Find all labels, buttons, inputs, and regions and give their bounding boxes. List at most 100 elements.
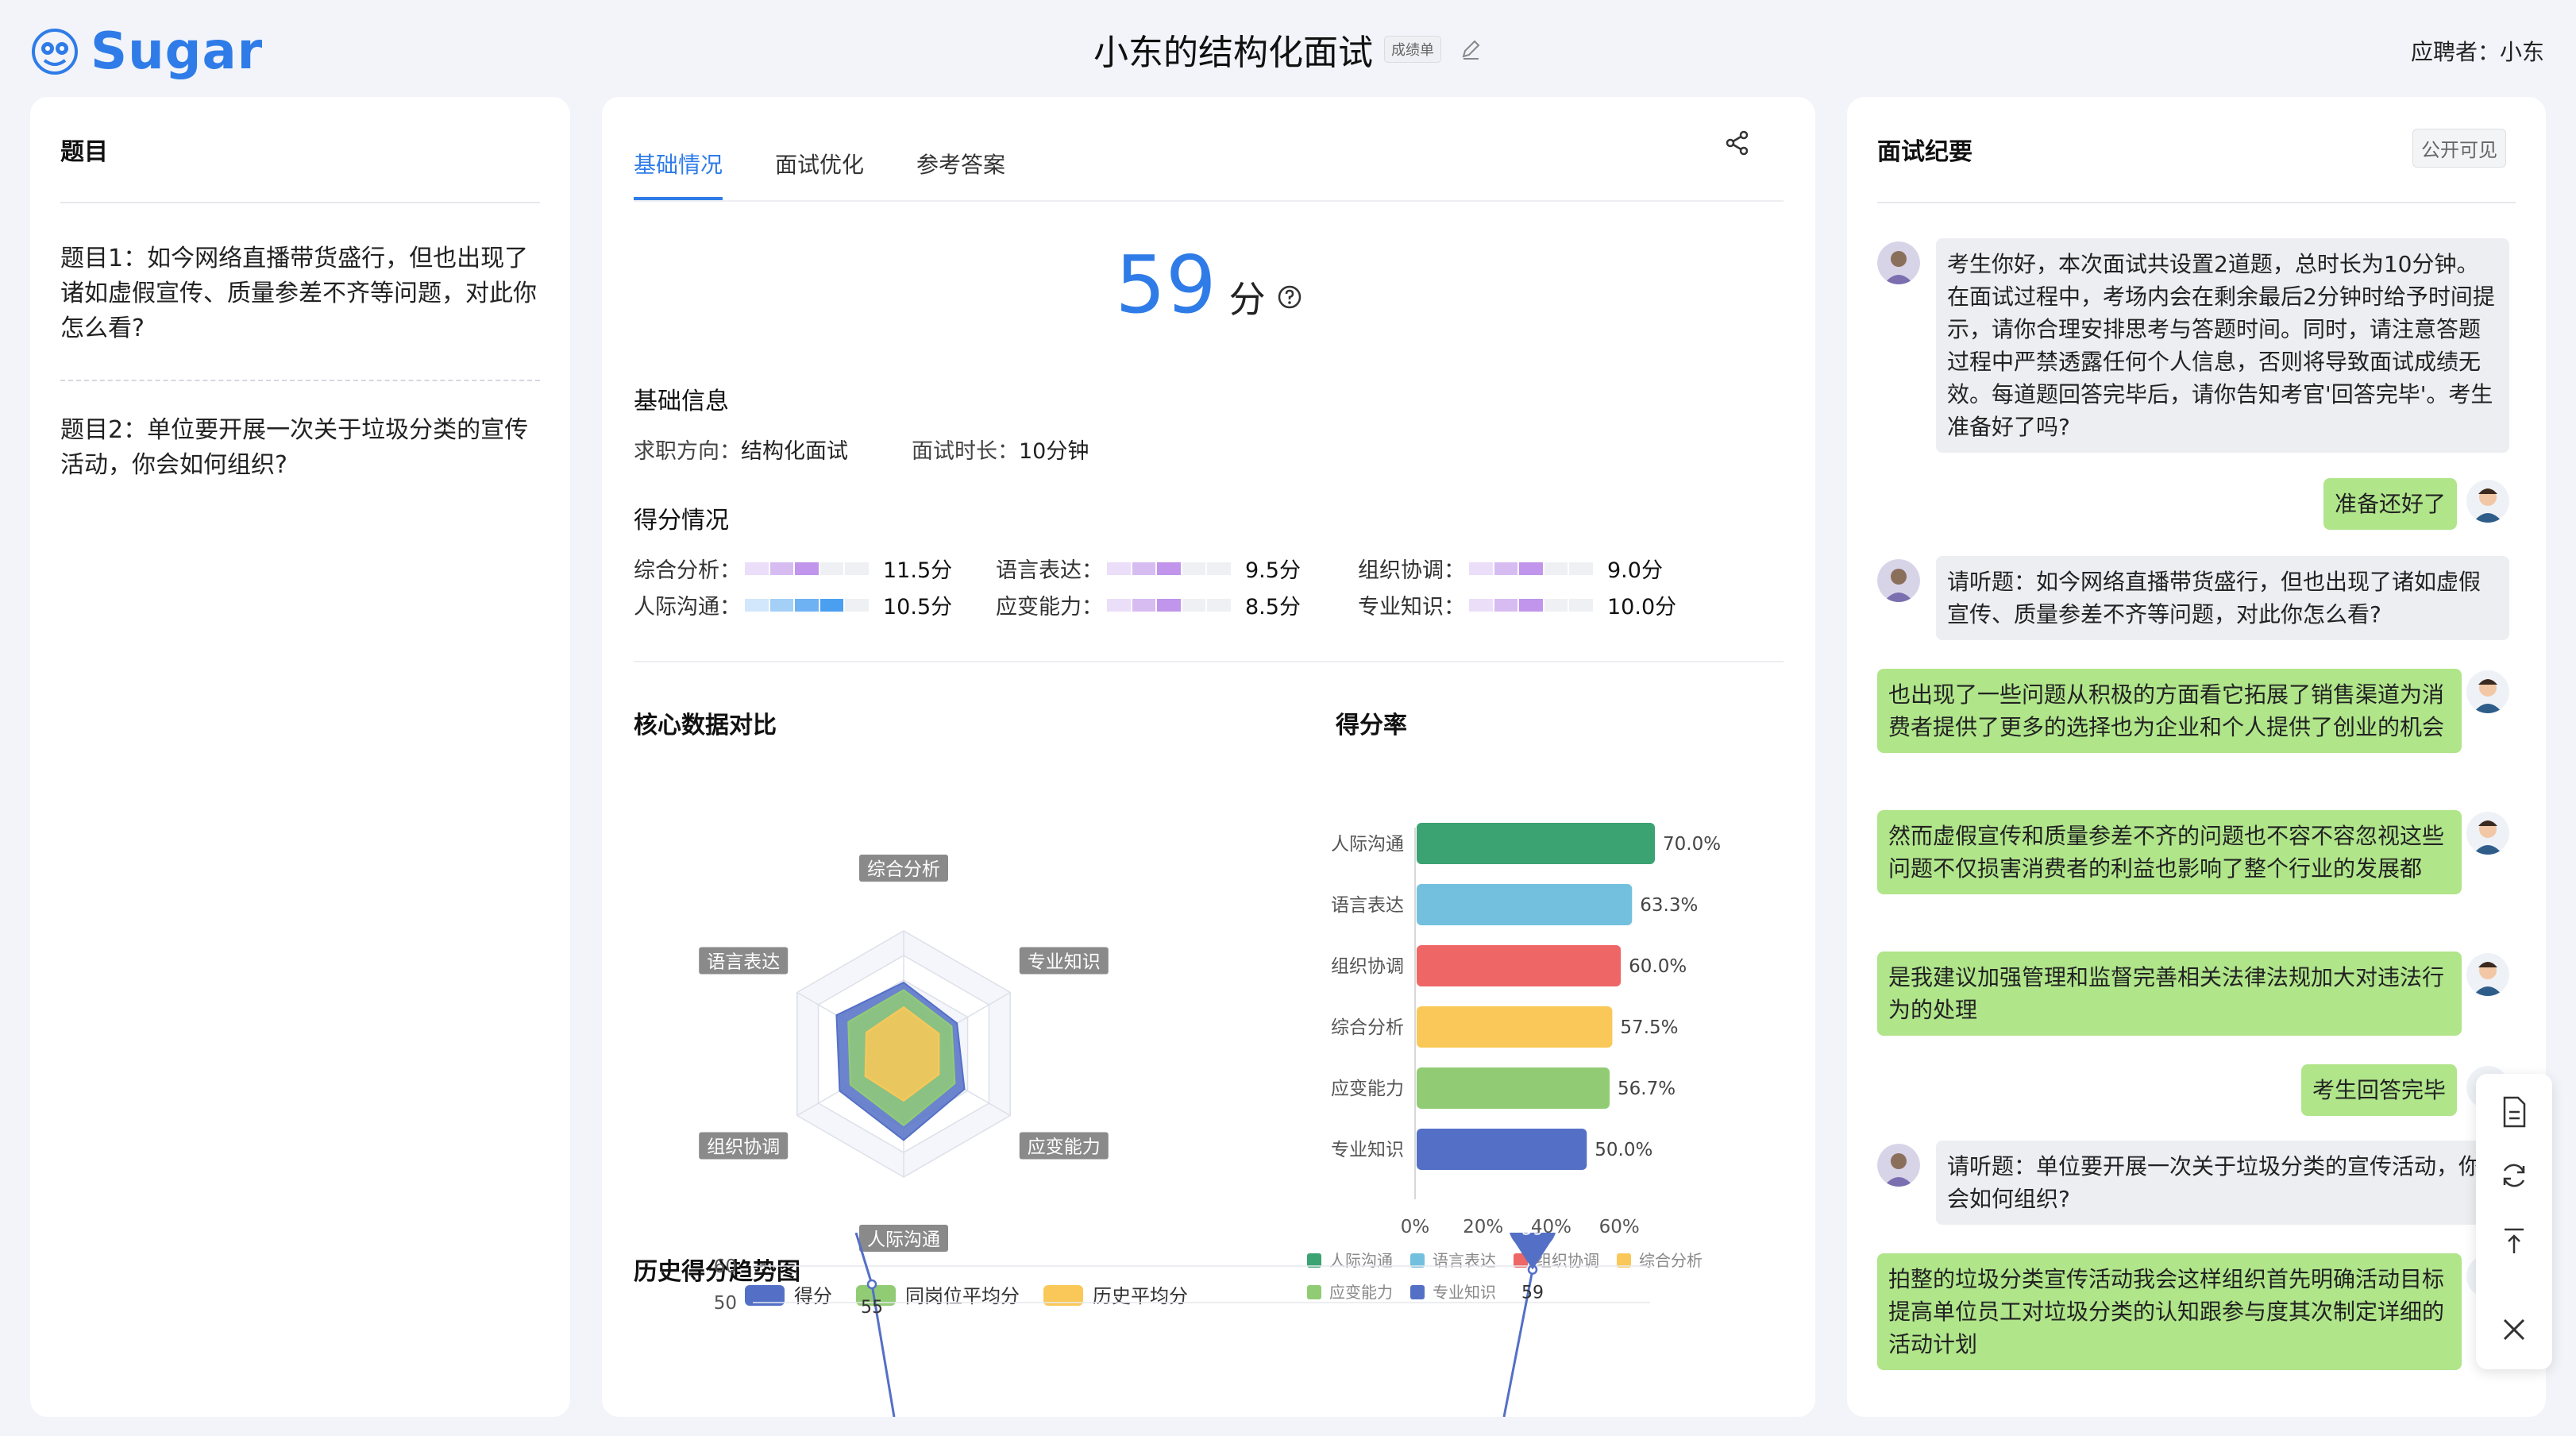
score-bar-segment xyxy=(1182,562,1206,575)
score-bar-segment xyxy=(1132,562,1156,575)
trend-point xyxy=(866,1279,877,1290)
bar-category-label: 综合分析 xyxy=(1331,1017,1404,1038)
score-item-label: 综合分析： xyxy=(634,558,741,583)
question-item[interactable]: 题目2：单位要开展一次关于垃圾分类的宣传活动，你会如何组织? xyxy=(60,413,540,483)
candidate-avatar xyxy=(2466,480,2509,523)
score-bar-segment xyxy=(1569,598,1593,612)
score-item-value: 8.5分 xyxy=(1245,595,1301,620)
score-bar-segment xyxy=(1469,598,1493,612)
score-bar xyxy=(1107,598,1232,612)
share-icon[interactable] xyxy=(1723,129,1752,157)
divider xyxy=(60,202,540,203)
examiner-avatar xyxy=(1877,1144,1920,1187)
duration-field: 面试时长：10分钟 xyxy=(912,434,1089,465)
total-score: 59 分 xyxy=(602,238,1815,331)
candidate-message: 准备还好了 xyxy=(2323,478,2457,530)
score-bar-segment xyxy=(1544,598,1568,612)
score-item-label: 组织协调： xyxy=(1358,558,1465,583)
candidate-message: 然而虚假宣传和质量参差不齐的问题也不容不容忽视这些问题不仅损害消费者的利益也影响… xyxy=(1877,810,2462,894)
score-bar-segment xyxy=(1469,562,1493,575)
candidate-avatar xyxy=(2466,812,2509,855)
score-bar-segment xyxy=(1544,562,1568,575)
candidate-message: 考生回答完毕 xyxy=(2300,1064,2457,1116)
avatar-head xyxy=(1891,1153,1907,1169)
score-item-label: 语言表达： xyxy=(996,558,1103,583)
score-item-label: 应变能力： xyxy=(996,595,1103,620)
score-bar-segment xyxy=(745,598,769,612)
score-bar-segment xyxy=(1157,562,1181,575)
bar-category-label: 组织协调 xyxy=(1331,956,1404,977)
score-bar-segment xyxy=(1494,598,1518,612)
score-bar xyxy=(745,562,870,575)
score-bar-segment xyxy=(769,598,794,612)
examiner-message: 请听题：如今网络直播带货盛行，但也出现了诸如虚假宣传、质量参差不齐等问题，对此你… xyxy=(1936,556,2509,640)
bar xyxy=(1417,945,1622,986)
summary-panel: 面试纪要 公开可见 考生你好，本次面试共设置2道题，总时长为10分钟。在面试过程… xyxy=(1847,97,2546,1417)
score-bar-segment xyxy=(1494,562,1518,575)
y-tick-label: 50 xyxy=(714,1293,737,1314)
refresh-icon[interactable] xyxy=(2497,1158,2532,1193)
bar-category-label: 人际沟通 xyxy=(1331,834,1404,855)
score-bar xyxy=(1469,562,1595,575)
report-badge: 成绩单 xyxy=(1384,36,1441,63)
score-item-label: 人际沟通： xyxy=(634,595,741,620)
score-item-value: 11.5分 xyxy=(883,558,953,583)
summary-title: 面试纪要 xyxy=(1877,138,1972,166)
direction-label: 求职方向： xyxy=(634,439,741,464)
bar xyxy=(1417,823,1655,864)
divider xyxy=(634,200,1784,202)
questions-panel: 题目 题目1：如今网络直播带货盛行，但也出现了诸如虚假宣传、质量参差不齐等问题，… xyxy=(30,97,570,1417)
bar xyxy=(1417,1129,1587,1170)
visibility-badge[interactable]: 公开可见 xyxy=(2412,129,2506,168)
candidate-avatar xyxy=(2466,670,2509,713)
score-bar-segment xyxy=(795,562,819,575)
bar-category-label: 语言表达 xyxy=(1331,895,1404,916)
help-icon[interactable] xyxy=(1277,284,1302,310)
score-item-value: 9.5分 xyxy=(1245,558,1301,583)
radar-indicator-label: 应变能力 xyxy=(1028,1137,1101,1158)
bar-value-label: 63.3% xyxy=(1640,895,1698,916)
tab-bar: 基础情况 面试优化 参考答案 xyxy=(634,148,1058,201)
score-bar-segment xyxy=(795,598,819,612)
page-title-group: 小东的结构化面试 成绩单 xyxy=(0,24,2576,75)
score-bar-segment xyxy=(1107,598,1131,612)
score-item: 综合分析： 11.5分 xyxy=(634,553,952,584)
scroll-top-icon[interactable] xyxy=(2497,1223,2532,1258)
radar-chart-title: 核心数据对比 xyxy=(634,712,777,739)
score-bar-segment xyxy=(1519,562,1543,575)
trend-line xyxy=(854,1233,896,1417)
questions-title: 题目 xyxy=(60,138,108,166)
score-bar-segment xyxy=(819,562,844,575)
score-bar-segment xyxy=(845,598,869,612)
score-bar xyxy=(1107,562,1232,575)
examiner-message: 考生你好，本次面试共设置2道题，总时长为10分钟。在面试过程中，考场内会在剩余最… xyxy=(1936,238,2509,453)
radar-indicator-label: 综合分析 xyxy=(867,859,940,880)
direction-value: 结构化面试 xyxy=(741,439,848,464)
page-title: 小东的结构化面试 xyxy=(1093,33,1373,73)
bar-value-label: 56.7% xyxy=(1618,1079,1676,1099)
floating-toolbar xyxy=(2476,1074,2552,1369)
score-unit: 分 xyxy=(1228,278,1266,321)
duration-value: 10分钟 xyxy=(1019,439,1089,464)
question-item[interactable]: 题目1：如今网络直播带货盛行，但也出现了诸如虚假宣传、质量参差不齐等问题，对此你… xyxy=(60,241,540,346)
document-icon[interactable] xyxy=(2497,1094,2532,1129)
report-panel: 基础情况 面试优化 参考答案 59 分 基础信息 求职方向：结构化面试 面试时长… xyxy=(602,97,1815,1417)
divider xyxy=(1877,202,2516,203)
avatar-head xyxy=(1891,251,1907,267)
tab-reference[interactable]: 参考答案 xyxy=(916,148,1005,201)
bar xyxy=(1417,884,1633,925)
score-bar-segment xyxy=(1132,598,1156,612)
candidate-message: 拍整的垃圾分类宣传活动我会这样组织首先明确活动目标提高单位员工对垃圾分类的认知跟… xyxy=(1877,1253,2462,1370)
score-bar-segment xyxy=(745,562,769,575)
bar-value-label: 50.0% xyxy=(1595,1140,1652,1160)
score-bar-segment xyxy=(1157,598,1181,612)
score-item: 语言表达： 9.5分 xyxy=(996,553,1301,584)
score-bar-segment xyxy=(1182,598,1206,612)
divider xyxy=(634,661,1784,662)
edit-icon[interactable] xyxy=(1459,37,1483,61)
bar xyxy=(1417,1006,1613,1048)
tab-basic[interactable]: 基础情况 xyxy=(634,148,723,201)
close-icon[interactable] xyxy=(2497,1312,2532,1347)
tab-optimize[interactable]: 面试优化 xyxy=(775,148,864,201)
applicant-name: 应聘者：小东 xyxy=(2410,39,2544,65)
